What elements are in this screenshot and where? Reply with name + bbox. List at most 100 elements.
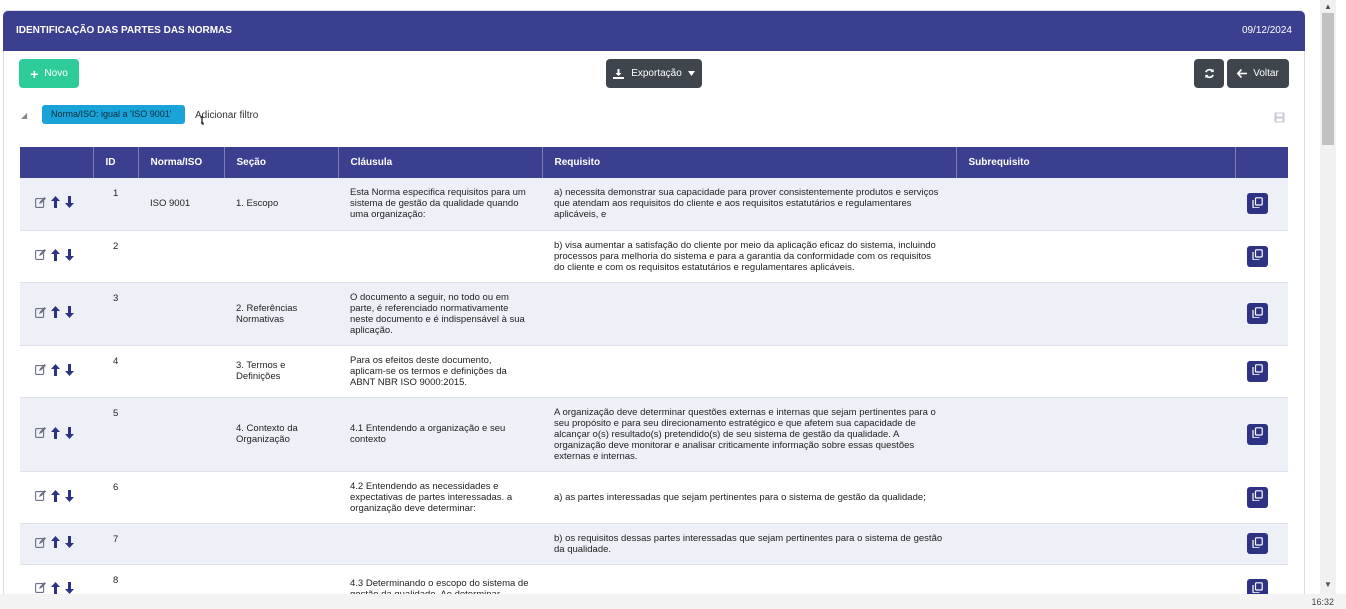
table-row[interactable]: 5 4. Contexto da Organização 4.1 Entendend… xyxy=(20,397,1288,472)
copy-icon xyxy=(1252,196,1263,211)
cell-secao xyxy=(224,471,338,524)
col-header-norma[interactable]: Norma/ISO xyxy=(138,147,225,178)
move-up-icon[interactable] xyxy=(51,581,60,595)
new-button[interactable]: + Novo xyxy=(19,59,79,88)
cell-id: 5 xyxy=(93,397,138,472)
copy-icon xyxy=(1252,490,1263,504)
row-copy-cell xyxy=(1235,564,1288,594)
table-row[interactable]: 1 ISO 9001 1. Escopo Esta Norma especifica … xyxy=(20,178,1288,231)
move-up-icon[interactable] xyxy=(51,248,60,264)
cell-id: 8 xyxy=(93,564,138,594)
row-actions xyxy=(20,471,93,524)
copy-button[interactable] xyxy=(1247,533,1268,554)
filter-chip[interactable]: Norma/ISO: igual a 'ISO 9001' xyxy=(42,105,185,124)
cell-id: 2 xyxy=(93,230,138,283)
move-down-icon[interactable] xyxy=(65,363,74,379)
copy-icon xyxy=(1252,364,1263,378)
row-copy-cell xyxy=(1235,523,1288,565)
table-row[interactable]: 8 4.3 Determinando o escopo do sistema de… xyxy=(20,564,1288,594)
copy-button[interactable] xyxy=(1247,360,1268,382)
copy-button[interactable] xyxy=(1247,423,1268,445)
back-button[interactable]: Voltar xyxy=(1227,59,1289,88)
cell-id: 1 xyxy=(93,178,138,231)
cell-secao: 4. Contexto da Organização xyxy=(224,397,338,472)
row-actions xyxy=(20,345,93,398)
cell-clausula: 4.3 Determinando o escopo do sistema de … xyxy=(338,564,542,594)
copy-icon xyxy=(1252,249,1263,263)
move-down-icon[interactable] xyxy=(65,581,74,595)
taskbar-clock: 16:32 xyxy=(1311,597,1334,607)
move-up-icon[interactable] xyxy=(51,489,60,505)
arrow-left-icon xyxy=(1237,69,1248,78)
cell-norma xyxy=(138,345,224,398)
cell-id: 3 xyxy=(93,282,138,346)
move-down-icon[interactable] xyxy=(65,536,74,551)
cell-requisito: a) as partes interessadas que sejam pert… xyxy=(542,471,956,524)
move-up-icon[interactable] xyxy=(51,363,60,379)
cell-subrequisito xyxy=(956,523,1235,565)
cell-secao: 3. Termos e Definições xyxy=(224,345,338,398)
move-down-icon[interactable] xyxy=(65,426,74,442)
row-actions xyxy=(20,564,93,594)
scroll-down-icon[interactable]: ▼ xyxy=(1324,580,1332,589)
cell-subrequisito xyxy=(956,471,1235,524)
cell-secao xyxy=(224,230,338,283)
table-row[interactable]: 7 b) os requisitos dessas partes interess… xyxy=(20,523,1288,565)
cell-norma xyxy=(138,282,224,346)
copy-button[interactable] xyxy=(1247,486,1268,508)
save-filter-icon[interactable] xyxy=(1274,110,1285,128)
col-header-clausula[interactable]: Cláusula xyxy=(338,147,543,178)
cell-subrequisito xyxy=(956,178,1235,231)
col-header-copy xyxy=(1235,147,1289,178)
collapse-filters-icon[interactable]: ◢ xyxy=(21,111,27,120)
edit-icon[interactable] xyxy=(35,249,46,263)
move-down-icon[interactable] xyxy=(65,306,74,321)
taskbar: 16:32 xyxy=(0,594,1346,609)
edit-icon[interactable] xyxy=(35,490,46,504)
cell-clausula xyxy=(338,230,542,283)
move-down-icon[interactable] xyxy=(65,489,74,505)
cell-clausula: 4.1 Entendendo a organização e seu conte… xyxy=(338,397,542,472)
copy-icon xyxy=(1252,427,1263,441)
move-down-icon[interactable] xyxy=(65,196,74,211)
col-header-subrequisito[interactable]: Subrequisito xyxy=(956,147,1236,178)
refresh-icon xyxy=(1204,68,1215,79)
cell-requisito: b) visa aumentar a satisfação do cliente… xyxy=(542,230,956,283)
col-header-requisito[interactable]: Requisito xyxy=(542,147,957,178)
row-actions xyxy=(20,523,93,565)
scrollbar-thumb[interactable] xyxy=(1322,13,1334,145)
cell-requisito xyxy=(542,345,956,398)
move-up-icon[interactable] xyxy=(51,536,60,551)
table-row[interactable]: 4 3. Termos e Definições Para os efeitos d… xyxy=(20,345,1288,398)
edit-icon[interactable] xyxy=(35,364,46,378)
cell-id: 7 xyxy=(93,523,138,565)
edit-icon[interactable] xyxy=(35,306,46,321)
export-button[interactable]: Exportação xyxy=(606,59,702,88)
copy-button[interactable] xyxy=(1247,303,1268,324)
row-copy-cell xyxy=(1235,397,1288,472)
table-row[interactable]: 2 b) visa aumentar a satisfação do client… xyxy=(20,230,1288,283)
move-up-icon[interactable] xyxy=(51,306,60,321)
move-up-icon[interactable] xyxy=(51,426,60,442)
col-header-secao[interactable]: Seção xyxy=(224,147,339,178)
table-row[interactable]: 3 2. Referências Normativas O documento a … xyxy=(20,282,1288,346)
edit-icon[interactable] xyxy=(35,427,46,441)
cell-norma: ISO 9001 xyxy=(138,178,224,231)
copy-button[interactable] xyxy=(1247,578,1268,594)
copy-icon xyxy=(1252,582,1263,594)
col-header-id[interactable]: ID xyxy=(93,147,139,178)
move-up-icon[interactable] xyxy=(51,196,60,211)
scroll-up-icon[interactable]: ▲ xyxy=(1324,2,1332,11)
edit-icon[interactable] xyxy=(35,536,46,551)
edit-icon[interactable] xyxy=(35,582,46,594)
move-down-icon[interactable] xyxy=(65,248,74,264)
cell-requisito: a) necessita demonstrar sua capacidade p… xyxy=(542,178,956,231)
copy-button[interactable] xyxy=(1247,245,1268,267)
edit-icon[interactable] xyxy=(35,196,46,211)
refresh-button[interactable] xyxy=(1194,59,1224,88)
copy-button[interactable] xyxy=(1247,193,1268,215)
mouse-cursor-icon xyxy=(201,112,207,130)
cell-id: 4 xyxy=(93,345,138,398)
table-row[interactable]: 6 4.2 Entendendo as necessidades e expect… xyxy=(20,471,1288,524)
new-button-label: Novo xyxy=(44,68,68,79)
